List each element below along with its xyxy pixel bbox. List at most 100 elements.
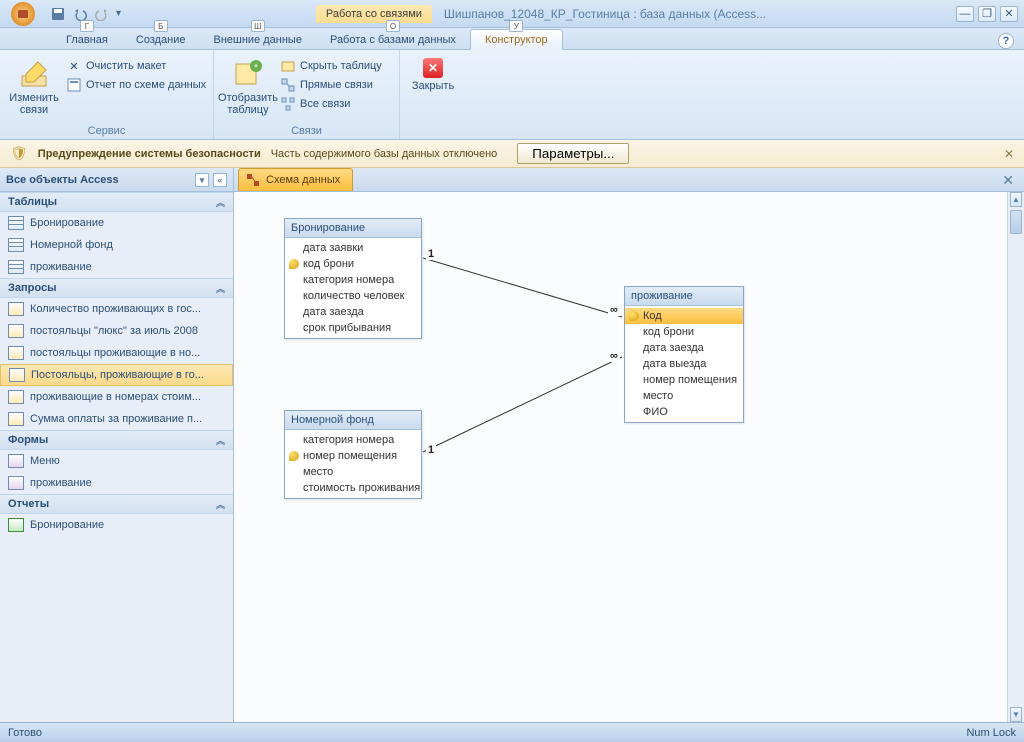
restore-button[interactable]: ❐ <box>978 6 996 22</box>
table-box-living[interactable]: проживание Код код брони дата заезда дат… <box>624 286 744 423</box>
nav-table-item[interactable]: Номерной фонд <box>0 234 233 256</box>
nav-group-forms[interactable]: Формы︽ <box>0 430 233 450</box>
document-tab-label: Схема данных <box>266 174 340 186</box>
query-icon <box>8 302 24 316</box>
relationships-icon <box>245 172 261 188</box>
table-field-key[interactable]: Код <box>625 308 743 324</box>
table-field-key[interactable]: код брони <box>285 256 421 272</box>
security-title: Предупреждение системы безопасности <box>38 148 261 160</box>
nav-group-reports[interactable]: Отчеты︽ <box>0 494 233 514</box>
edit-relations-button[interactable]: Изменить связи <box>6 56 62 116</box>
nav-query-item[interactable]: проживающие в номерах стоим... <box>0 386 233 408</box>
document-area: Схема данных ✕ 1 ∞ 1 ∞ Бронирование дата… <box>234 168 1024 722</box>
security-close-icon[interactable]: ✕ <box>1004 147 1014 161</box>
table-field[interactable]: место <box>285 464 421 480</box>
query-icon <box>9 368 25 382</box>
table-box-booking[interactable]: Бронирование дата заявки код брони катег… <box>284 218 422 339</box>
all-relations-button[interactable]: Все связи <box>280 96 382 112</box>
table-title[interactable]: Номерной фонд <box>285 411 421 430</box>
table-icon <box>8 216 24 230</box>
shield-icon: 🛡 <box>10 145 28 162</box>
table-field[interactable]: срок прибывания <box>285 320 421 336</box>
shortcut-badge: Г <box>80 20 94 32</box>
qat-customize-icon[interactable]: ▾ <box>116 8 126 19</box>
table-title[interactable]: Бронирование <box>285 219 421 238</box>
close-designer-button[interactable]: ✕ Закрыть <box>406 56 460 92</box>
nav-table-item[interactable]: Бронирование <box>0 212 233 234</box>
table-field[interactable]: категория номера <box>285 272 421 288</box>
nav-collapse-icon[interactable]: « <box>213 173 227 187</box>
nav-query-item[interactable]: Сумма оплаты за проживание п... <box>0 408 233 430</box>
clear-icon: ✕ <box>66 58 82 74</box>
table-field[interactable]: дата заезда <box>285 304 421 320</box>
nav-report-item[interactable]: Бронирование <box>0 514 233 536</box>
nav-filter-icon[interactable]: ▾ <box>195 173 209 187</box>
table-field[interactable]: код брони <box>625 324 743 340</box>
nav-form-item[interactable]: проживание <box>0 472 233 494</box>
cardinality-one: 1 <box>426 248 436 260</box>
cardinality-many: ∞ <box>608 304 620 316</box>
table-field[interactable]: номер помещения <box>625 372 743 388</box>
table-field[interactable]: место <box>625 388 743 404</box>
table-field[interactable]: стоимость проживания <box>285 480 421 496</box>
security-options-button[interactable]: Параметры... <box>517 143 629 164</box>
table-field[interactable]: ФИО <box>625 404 743 420</box>
chevron-up-icon: ︽ <box>216 434 225 447</box>
direct-relations-button[interactable]: Прямые связи <box>280 77 382 93</box>
table-title[interactable]: проживание <box>625 287 743 306</box>
scroll-thumb[interactable] <box>1010 210 1022 234</box>
table-icon <box>8 260 24 274</box>
nav-query-item[interactable]: постояльцы проживающие в но... <box>0 342 233 364</box>
tab-home[interactable]: ГлавнаяГ <box>52 30 122 49</box>
nav-query-item[interactable]: Постояльцы, проживающие в го... <box>0 364 233 386</box>
shortcut-badge: О <box>386 20 400 32</box>
status-bar: Готово Num Lock <box>0 722 1024 742</box>
relationships-canvas[interactable]: 1 ∞ 1 ∞ Бронирование дата заявки код бро… <box>234 192 1024 722</box>
table-field[interactable]: дата заявки <box>285 240 421 256</box>
query-icon <box>8 390 24 404</box>
chevron-up-icon: ︽ <box>216 196 225 209</box>
nav-table-item[interactable]: проживание <box>0 256 233 278</box>
table-field-key[interactable]: номер помещения <box>285 448 421 464</box>
nav-group-queries[interactable]: Запросы︽ <box>0 278 233 298</box>
form-icon <box>8 454 24 468</box>
help-icon[interactable]: ? <box>998 33 1014 49</box>
chevron-up-icon: ︽ <box>216 498 225 511</box>
table-field[interactable]: дата выезда <box>625 356 743 372</box>
schema-report-button[interactable]: Отчет по схеме данных <box>66 77 206 93</box>
show-table-icon: + <box>232 58 264 90</box>
show-table-button[interactable]: + Отобразить таблицу <box>220 56 276 116</box>
navigation-pane: Все объекты Access ▾« Таблицы︽ Бронирова… <box>0 168 234 722</box>
edit-relations-icon <box>18 58 50 90</box>
direct-rel-icon <box>280 77 296 93</box>
scroll-down-icon[interactable]: ▼ <box>1010 707 1022 722</box>
table-field[interactable]: дата заезда <box>625 340 743 356</box>
close-window-button[interactable]: ✕ <box>1000 6 1018 22</box>
tab-designer[interactable]: КонструкторУ <box>470 29 563 50</box>
status-ready: Готово <box>8 727 42 739</box>
table-box-roomfund[interactable]: Номерной фонд категория номера номер пом… <box>284 410 422 499</box>
scroll-up-icon[interactable]: ▲ <box>1010 192 1022 207</box>
hide-table-button[interactable]: Скрыть таблицу <box>280 58 382 74</box>
nav-form-item[interactable]: Меню <box>0 450 233 472</box>
clear-layout-button[interactable]: ✕Очистить макет <box>66 58 206 74</box>
nav-group-tables[interactable]: Таблицы︽ <box>0 192 233 212</box>
nav-query-item[interactable]: постояльцы "люкс" за июль 2008 <box>0 320 233 342</box>
close-tab-icon[interactable]: ✕ <box>998 170 1018 191</box>
nav-header[interactable]: Все объекты Access ▾« <box>0 168 233 192</box>
document-tab[interactable]: Схема данных <box>238 168 353 191</box>
tab-create[interactable]: СозданиеБ <box>122 30 200 49</box>
qat-save-icon[interactable] <box>48 4 68 24</box>
form-icon <box>8 476 24 490</box>
minimize-button[interactable]: — <box>956 6 974 22</box>
report-icon <box>8 518 24 532</box>
table-field[interactable]: количество человек <box>285 288 421 304</box>
qat-redo-icon[interactable] <box>92 4 112 24</box>
table-field[interactable]: категория номера <box>285 432 421 448</box>
office-button[interactable] <box>4 1 42 27</box>
tab-database-tools[interactable]: Работа с базами данныхО <box>316 30 470 49</box>
nav-query-item[interactable]: Количество проживающих в гос... <box>0 298 233 320</box>
vertical-scrollbar[interactable]: ▲ ▼ <box>1007 192 1024 722</box>
tab-external-data[interactable]: Внешние данныеШ <box>200 30 316 49</box>
document-tabs-bar: Схема данных ✕ <box>234 168 1024 192</box>
